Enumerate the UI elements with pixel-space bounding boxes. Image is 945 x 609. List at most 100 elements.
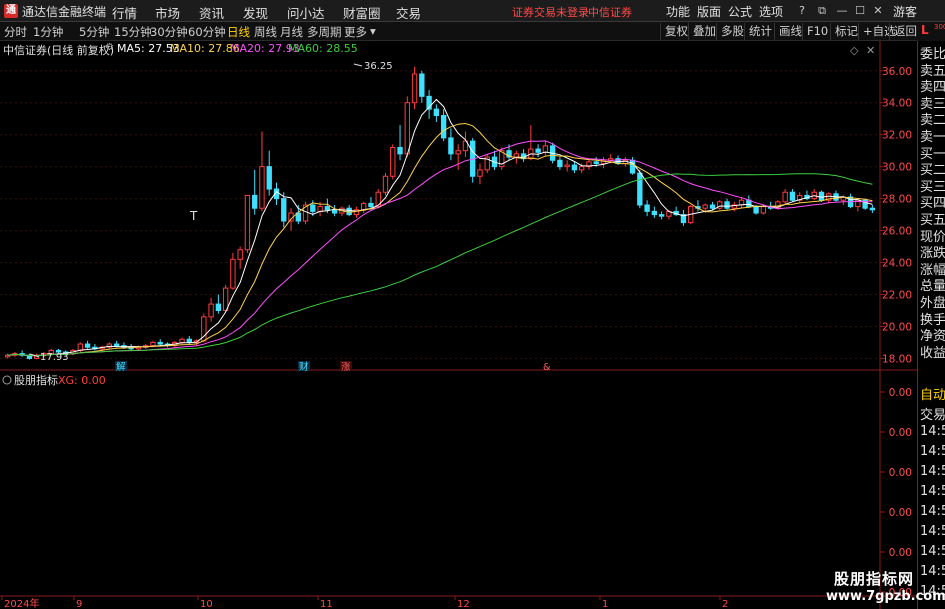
candle-body bbox=[179, 338, 185, 343]
trade-time: 14:56 bbox=[920, 504, 945, 519]
time-axis-label: 10 bbox=[200, 599, 213, 609]
candle-body bbox=[382, 175, 389, 193]
candle-body bbox=[419, 73, 425, 97]
ma5-line bbox=[7, 98, 873, 357]
candle-body bbox=[310, 204, 316, 212]
candle-body bbox=[252, 194, 258, 209]
quote-label: 收益 bbox=[920, 345, 945, 361]
candle-body bbox=[150, 341, 156, 347]
candle-body bbox=[869, 207, 876, 211]
time-axis-label: 9 bbox=[76, 599, 82, 609]
candle-body bbox=[397, 146, 403, 155]
event-label-amp[interactable]: & bbox=[543, 362, 551, 373]
candle-body bbox=[411, 73, 418, 104]
chart-close-icon[interactable]: ✕ bbox=[866, 44, 875, 57]
main-grid: 36.00 34.00 32.00 30.00 28.00 26.00 24.00 22.00… bbox=[0, 66, 912, 365]
candle-body bbox=[77, 343, 83, 351]
candle-body bbox=[222, 287, 229, 311]
candle-body bbox=[448, 137, 454, 155]
candle-body bbox=[244, 194, 251, 251]
candle-body bbox=[789, 191, 796, 201]
price-axis-label: 24.00 bbox=[882, 258, 912, 270]
candle-body bbox=[542, 145, 549, 153]
trade-time: 14:56 bbox=[920, 484, 945, 499]
sub-axis-label: 0.00 bbox=[889, 467, 912, 479]
candle-body bbox=[433, 108, 440, 117]
candle-body bbox=[564, 164, 570, 168]
candle-body bbox=[579, 166, 585, 171]
candle-body bbox=[658, 214, 665, 217]
time-axis-label: 11 bbox=[320, 599, 333, 609]
chart-options-icon[interactable]: ◇ bbox=[850, 44, 859, 57]
auto-trade-label: 交易 bbox=[920, 408, 945, 423]
sub-axis-label: 0.00 bbox=[889, 507, 912, 519]
candle-body bbox=[702, 204, 708, 209]
candle-body bbox=[571, 164, 578, 171]
candle-body bbox=[237, 249, 243, 260]
sub-axis-label: 0.00 bbox=[889, 547, 912, 559]
candle-body bbox=[230, 258, 236, 289]
event-label-jie: 解 bbox=[116, 361, 126, 373]
l2-badge[interactable]: L 300 bbox=[917, 22, 945, 41]
candle-body bbox=[440, 115, 447, 139]
candle-body bbox=[557, 159, 563, 168]
candle-body bbox=[782, 191, 788, 203]
price-axis-label: 26.00 bbox=[882, 226, 912, 238]
price-axis-label: 20.00 bbox=[882, 321, 912, 333]
candle-body bbox=[709, 204, 716, 209]
trade-time: 14:56 bbox=[920, 564, 945, 579]
trade-time: 14:56 bbox=[920, 464, 945, 479]
candle-body bbox=[186, 338, 192, 343]
candle-body bbox=[637, 172, 643, 206]
low-price-label: 17.93 bbox=[40, 352, 69, 363]
candle-body bbox=[157, 341, 163, 345]
candle-body bbox=[644, 204, 650, 212]
price-axis-label: 28.00 bbox=[882, 194, 912, 206]
event-label-zhang: 涨 bbox=[341, 362, 351, 373]
candle-body bbox=[404, 102, 410, 155]
indicator-value: XG: 0.00 bbox=[58, 374, 106, 387]
candle-body bbox=[317, 206, 323, 212]
candle-body bbox=[455, 150, 461, 155]
candle-body bbox=[281, 198, 287, 222]
kline-chart[interactable]: 36.00 34.00 32.00 30.00 28.00 26.00 24.00 22.00… bbox=[0, 0, 917, 609]
watermark: 股朋指标网 www.7gpzb.com bbox=[826, 570, 945, 604]
marker-t: T bbox=[189, 209, 198, 223]
trade-time: 14:56 bbox=[920, 544, 945, 559]
sub-axis-label: 0.00 bbox=[889, 427, 912, 439]
candle-body bbox=[390, 146, 396, 177]
candle-body bbox=[208, 303, 214, 318]
sub-axis-label: 0.00 bbox=[889, 387, 912, 399]
price-axis-label: 18.00 bbox=[882, 353, 912, 365]
candle-body bbox=[346, 207, 352, 216]
candle-body bbox=[361, 202, 367, 211]
price-axis-label: 36.00 bbox=[882, 66, 912, 78]
high-price-pointer bbox=[353, 63, 363, 67]
ma-lines bbox=[7, 98, 873, 357]
candle-body bbox=[266, 166, 272, 190]
candles bbox=[4, 66, 876, 360]
indicator-settings-icon[interactable] bbox=[2, 375, 12, 385]
indicator-title[interactable]: 股朋指标 bbox=[14, 373, 58, 387]
candle-body bbox=[760, 206, 767, 214]
candle-body bbox=[535, 148, 541, 153]
ma20-line bbox=[7, 140, 873, 357]
price-axis-label: 34.00 bbox=[882, 98, 912, 110]
candle-body bbox=[368, 202, 374, 208]
candle-body bbox=[113, 343, 120, 347]
candle-body bbox=[513, 153, 519, 158]
candle-body bbox=[375, 191, 381, 208]
price-axis-label: 32.00 bbox=[882, 130, 912, 142]
candle-body bbox=[651, 210, 658, 216]
candle-body bbox=[259, 166, 265, 209]
trade-time: 14:56 bbox=[920, 424, 945, 439]
auto-trade-label: 自动 bbox=[920, 388, 945, 403]
time-axis-label: 2 bbox=[722, 599, 728, 609]
price-axis-label: 30.00 bbox=[882, 162, 912, 174]
high-price-label: 36.25 bbox=[364, 61, 393, 72]
time-axis-label: 2024年 bbox=[4, 597, 39, 609]
time-axis-label: 1 bbox=[602, 599, 608, 609]
price-axis-label: 22.00 bbox=[882, 289, 912, 301]
candle-body bbox=[477, 169, 483, 177]
time-axis-label: 12 bbox=[457, 599, 470, 609]
